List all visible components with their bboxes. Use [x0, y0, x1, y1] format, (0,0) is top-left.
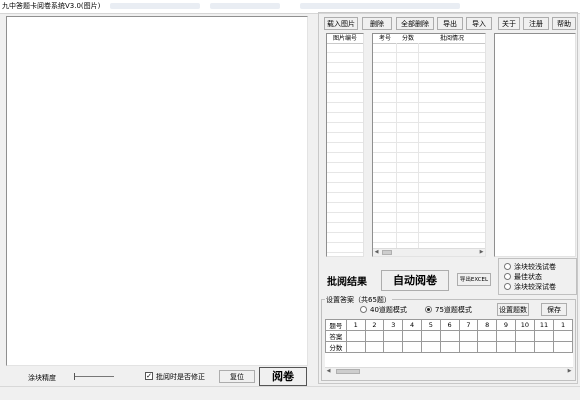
list-grid [327, 43, 363, 256]
mode-best-label: 最佳状态 [514, 273, 542, 281]
question-number-cell: 1 [345, 319, 366, 331]
score-row: 分数 [325, 341, 573, 353]
export-excel-button[interactable]: 导出EXCEL [457, 273, 491, 286]
answer-grid: 题号 1 2 3 4 5 6 7 8 9 10 11 1 答案 分数 [325, 319, 573, 353]
correction-checkbox-label: 批阅时是否修正 [156, 373, 205, 381]
row-header-question: 题号 [325, 319, 347, 331]
question-number-cell: 7 [458, 319, 479, 331]
mode-40-radio[interactable] [360, 306, 367, 313]
precision-slider[interactable] [74, 373, 114, 381]
question-number-row: 题号 1 2 3 4 5 6 7 8 9 10 11 1 [325, 319, 573, 331]
answer-cell[interactable] [420, 330, 441, 342]
col-divider [396, 43, 397, 248]
mode-40-label: 40道题模式 [370, 306, 407, 314]
window-title: 九中答题卡阅卷系统V3.0(图片) [2, 2, 101, 10]
answer-cell[interactable] [477, 330, 498, 342]
col-divider [418, 43, 419, 248]
mode-options-group: 涂块较浅试卷 最佳状态 涂块较深试卷 [498, 258, 577, 295]
score-cell[interactable] [345, 341, 366, 353]
delete-all-button[interactable]: 全部删除 [396, 17, 434, 30]
auto-grade-button[interactable]: 自动阅卷 [381, 270, 449, 291]
blurred-title-area [210, 3, 280, 9]
answer-setup-title: 设置答案（共65题） [325, 295, 392, 305]
answer-grid-hscroll[interactable]: ◀ ▶ [325, 367, 573, 375]
status-bar [0, 386, 580, 400]
score-cell[interactable] [420, 341, 441, 353]
reset-button[interactable]: 复位 [219, 370, 255, 383]
mode-light-label: 涂块较浅试卷 [514, 263, 556, 271]
blurred-title-area [110, 3, 200, 9]
question-number-cell: 9 [496, 319, 516, 331]
about-button[interactable]: 关于 [498, 17, 520, 30]
mode-75-label: 75道题模式 [435, 306, 472, 314]
answer-cell[interactable] [439, 330, 460, 342]
score-cell[interactable] [439, 341, 460, 353]
answer-cell[interactable] [533, 330, 555, 342]
score-cell[interactable] [477, 341, 498, 353]
answer-cell[interactable] [514, 330, 535, 342]
score-cell[interactable] [533, 341, 555, 353]
image-preview-area[interactable] [6, 16, 308, 366]
answer-cell[interactable] [553, 330, 573, 342]
answer-cell[interactable] [458, 330, 479, 342]
scroll-left-icon[interactable]: ◀ [373, 249, 380, 256]
mode-dark-radio[interactable] [504, 283, 511, 290]
results-table[interactable]: 考号 分数 批阅情况 ◀ ▶ [372, 33, 486, 257]
question-number-cell: 4 [402, 319, 422, 331]
scroll-right-icon[interactable]: ▶ [478, 249, 485, 256]
question-number-cell: 10 [514, 319, 535, 331]
scroll-left-icon[interactable]: ◀ [325, 368, 332, 375]
answer-cell[interactable] [402, 330, 422, 342]
row-header-score: 分数 [325, 341, 347, 353]
answer-grid-container[interactable]: 题号 1 2 3 4 5 6 7 8 9 10 11 1 答案 分数 ◀ ▶ [325, 319, 573, 375]
scroll-thumb[interactable] [336, 369, 360, 374]
results-hscroll[interactable]: ◀ ▶ [373, 248, 485, 256]
register-button[interactable]: 注册 [523, 17, 549, 30]
info-text-box[interactable] [494, 33, 576, 257]
answer-row: 答案 [325, 330, 573, 342]
mode-dark-label: 涂块较深试卷 [514, 283, 556, 291]
answer-cell[interactable] [364, 330, 385, 342]
row-header-answer: 答案 [325, 330, 347, 342]
export-button[interactable]: 导出 [437, 17, 463, 30]
blurred-title-area [300, 3, 460, 9]
precision-label: 涂块精度 [28, 374, 56, 382]
set-question-count-button[interactable]: 设置题数 [497, 303, 529, 316]
score-cell[interactable] [553, 341, 573, 353]
scroll-right-icon[interactable]: ▶ [566, 368, 573, 375]
question-number-cell: 2 [364, 319, 385, 331]
scroll-thumb[interactable] [382, 250, 392, 255]
question-number-cell: 1 [553, 319, 573, 331]
score-cell[interactable] [364, 341, 385, 353]
correction-checkbox[interactable]: ✓ [145, 372, 153, 380]
score-cell[interactable] [402, 341, 422, 353]
question-number-cell: 8 [477, 319, 498, 331]
mode-best-radio[interactable] [504, 273, 511, 280]
table-grid [373, 43, 485, 248]
question-number-cell: 3 [383, 319, 404, 331]
answer-cell[interactable] [383, 330, 404, 342]
question-number-cell: 5 [420, 319, 441, 331]
mode-light-radio[interactable] [504, 263, 511, 270]
question-number-cell: 6 [439, 319, 460, 331]
score-cell[interactable] [514, 341, 535, 353]
save-button[interactable]: 保存 [541, 303, 567, 316]
mode-75-radio[interactable] [425, 306, 432, 313]
score-cell[interactable] [496, 341, 516, 353]
grade-button[interactable]: 阅卷 [259, 367, 307, 386]
image-number-list[interactable]: 图片编号 [326, 33, 364, 257]
answer-cell[interactable] [496, 330, 516, 342]
delete-button[interactable]: 删除 [362, 17, 392, 30]
answer-cell[interactable] [345, 330, 366, 342]
score-cell[interactable] [458, 341, 479, 353]
help-button[interactable]: 帮助 [552, 17, 576, 30]
question-number-cell: 11 [533, 319, 555, 331]
grading-result-title: 批阅结果 [327, 277, 367, 288]
score-cell[interactable] [383, 341, 404, 353]
import-button[interactable]: 导入 [466, 17, 492, 30]
load-images-button[interactable]: 载入图片 [324, 17, 358, 30]
